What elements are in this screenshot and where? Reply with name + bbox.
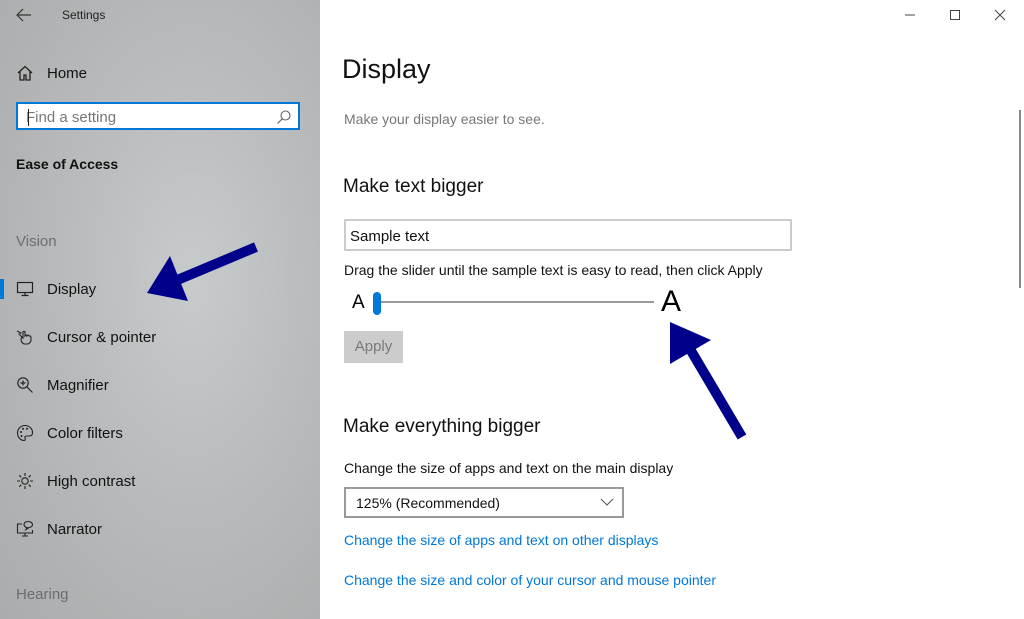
slider-min-label: A (352, 292, 365, 313)
section-heading-text-bigger: Make text bigger (343, 176, 484, 197)
apply-button[interactable]: Apply (344, 331, 403, 363)
sun-icon (17, 473, 33, 489)
sample-text-preview: Sample text (344, 219, 792, 251)
slider-max-label: A (661, 285, 682, 318)
minimize-icon (905, 14, 915, 16)
sidebar-item-color-filters[interactable]: Color filters (0, 415, 320, 451)
sidebar-item-label: Display (47, 280, 97, 298)
back-button[interactable] (12, 4, 36, 26)
sidebar-item-label: High contrast (47, 472, 136, 490)
section-title: Ease of Access (16, 156, 119, 172)
close-icon (994, 9, 1006, 21)
sidebar-item-magnifier[interactable]: Magnifier (0, 367, 320, 403)
sidebar-item-display[interactable]: Display (0, 271, 320, 307)
vertical-scrollbar[interactable] (1019, 110, 1021, 288)
maximize-icon (950, 10, 960, 20)
search-input[interactable] (26, 107, 266, 127)
pointer-icon (16, 330, 32, 345)
palette-icon (16, 424, 34, 442)
app-title: Settings (62, 8, 106, 22)
minimize-button[interactable] (888, 0, 932, 30)
close-button[interactable] (978, 0, 1022, 30)
sidebar-item-label: Cursor & pointer (47, 328, 157, 346)
maximize-button[interactable] (933, 0, 977, 30)
section-heading-everything-bigger: Make everything bigger (343, 416, 541, 437)
home-label: Home (47, 64, 88, 82)
sidebar-item-label: Narrator (47, 520, 103, 538)
text-size-slider-track[interactable] (376, 301, 654, 303)
link-other-displays[interactable]: Change the size of apps and text on othe… (344, 532, 658, 548)
monitor-icon (16, 281, 34, 297)
home-nav-item[interactable]: Home (16, 62, 87, 84)
back-arrow-icon (16, 8, 31, 22)
link-cursor-size-color[interactable]: Change the size and color of your cursor… (344, 572, 716, 588)
narrator-icon (16, 520, 34, 537)
main-content: Display Make your display easier to see.… (320, 0, 1024, 619)
home-icon (17, 65, 33, 81)
sidebar-item-high-contrast[interactable]: High contrast (0, 463, 320, 499)
selection-indicator (0, 279, 4, 299)
page-title: Display (342, 54, 431, 84)
text-caret (28, 109, 29, 126)
group-label-vision: Vision (16, 233, 57, 250)
chevron-down-icon (600, 498, 614, 506)
sidebar-item-narrator[interactable]: Narrator (0, 511, 320, 547)
search-box[interactable] (16, 102, 300, 130)
title-bar: Settings (0, 0, 320, 32)
search-icon[interactable] (276, 109, 292, 125)
text-size-slider-thumb[interactable] (373, 292, 381, 315)
scale-label: Change the size of apps and text on the … (344, 460, 674, 476)
scale-dropdown-value: 125% (Recommended) (356, 495, 500, 511)
sidebar-item-cursor-pointer[interactable]: Cursor & pointer (0, 319, 320, 355)
sidebar: Settings Home Ease of Access Vision Disp… (0, 0, 320, 619)
scale-dropdown[interactable]: 125% (Recommended) (344, 487, 624, 518)
page-subtitle: Make your display easier to see. (344, 111, 545, 127)
magnifier-icon (17, 377, 33, 393)
sidebar-item-label: Magnifier (47, 376, 109, 394)
group-label-hearing: Hearing (16, 586, 69, 603)
sidebar-item-label: Color filters (47, 424, 123, 442)
slider-hint: Drag the slider until the sample text is… (344, 262, 763, 278)
